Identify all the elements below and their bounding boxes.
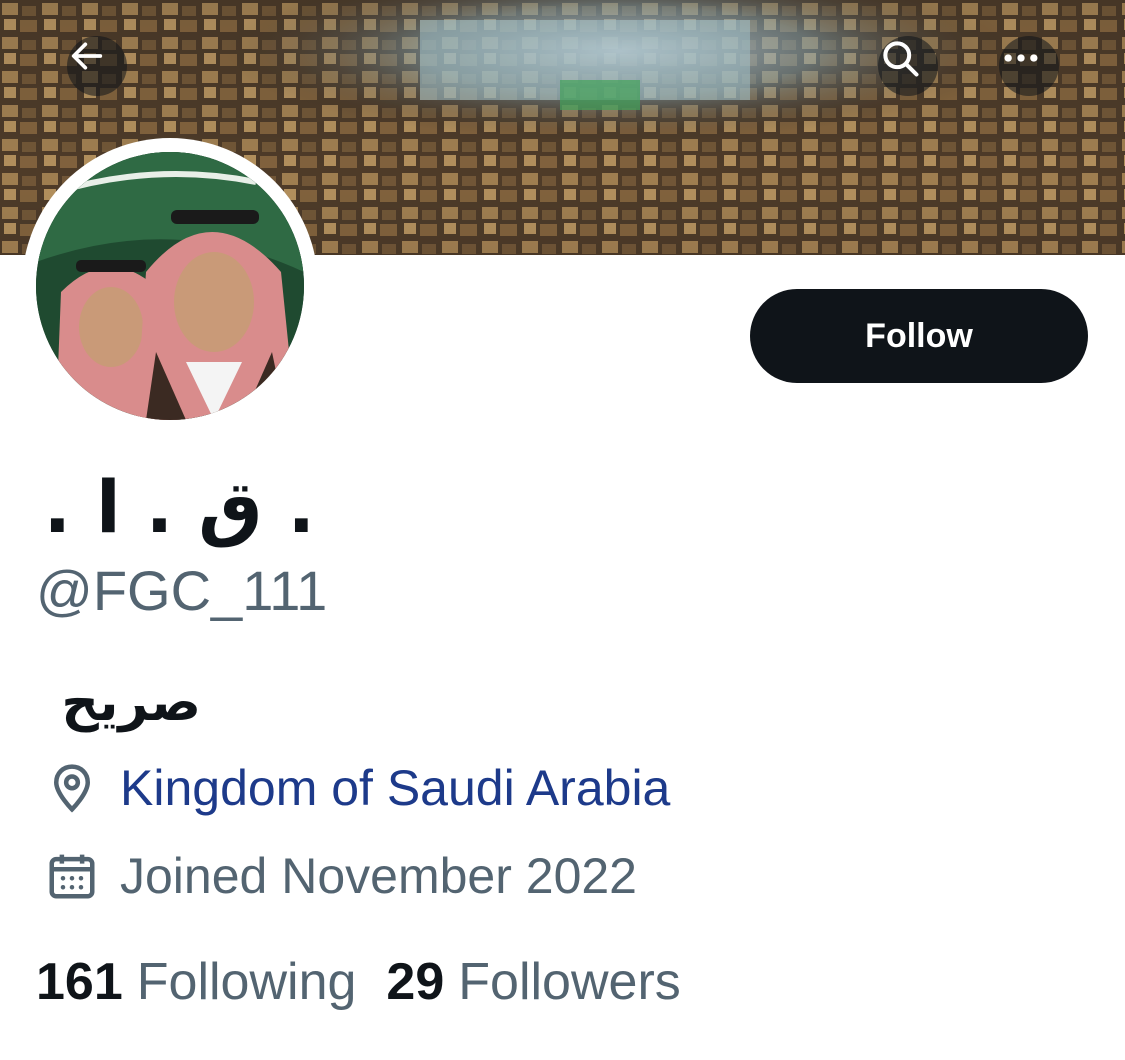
followers-count: 29 bbox=[386, 953, 445, 1011]
arrow-left-icon bbox=[71, 42, 103, 70]
more-button[interactable] bbox=[999, 36, 1059, 96]
following-label: Following bbox=[136, 953, 357, 1011]
followers-stat[interactable]: 29 Followers bbox=[386, 952, 680, 1012]
location-row: Kingdom of Saudi Arabia bbox=[42, 758, 670, 818]
calendar-icon bbox=[42, 846, 102, 906]
search-icon bbox=[883, 41, 919, 77]
followers-label: Followers bbox=[458, 953, 681, 1011]
location-pin-icon bbox=[42, 758, 102, 818]
joined-row: Joined November 2022 bbox=[42, 846, 637, 906]
back-button[interactable] bbox=[67, 36, 127, 96]
bio-text: صريح bbox=[61, 673, 201, 733]
follow-stats: 161 Following 29 Followers bbox=[36, 950, 681, 1014]
avatar[interactable] bbox=[36, 152, 304, 420]
joined-date: Joined November 2022 bbox=[120, 848, 637, 904]
profile-photo bbox=[36, 152, 304, 420]
location-link[interactable]: Kingdom of Saudi Arabia bbox=[120, 758, 670, 818]
search-button[interactable] bbox=[878, 36, 938, 96]
display-name: . ق . ا . bbox=[43, 465, 315, 549]
follow-button[interactable]: Follow bbox=[750, 289, 1088, 383]
more-horizontal-icon bbox=[1004, 54, 1038, 62]
following-count: 161 bbox=[36, 953, 123, 1011]
user-handle: @FGC_111 bbox=[36, 559, 328, 622]
following-stat[interactable]: 161 Following bbox=[36, 952, 356, 1012]
